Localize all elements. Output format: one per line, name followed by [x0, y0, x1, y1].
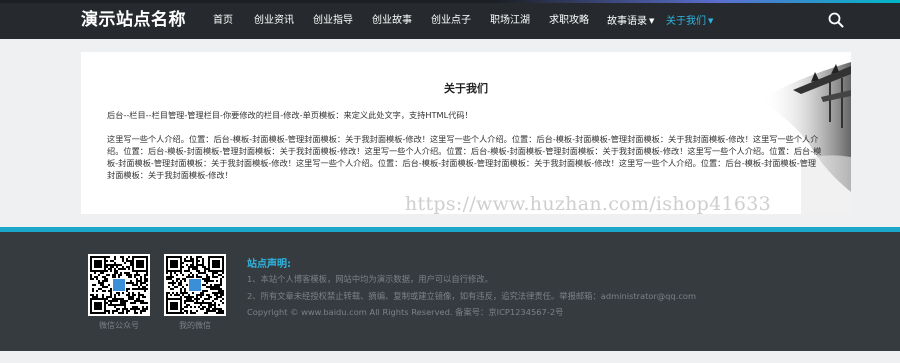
declaration-line: 1、本站个人博客模板，网站中均为演示数据，用户可以自行修改。	[247, 274, 493, 284]
nav-item-startup-stories[interactable]: 创业故事	[372, 13, 412, 29]
qr-label-wechat-official: 微信公众号	[99, 321, 139, 330]
qr-label-my-wechat: 我的微信	[179, 321, 211, 330]
copyright-line: Copyright © www.baidu.com All Rights Res…	[247, 307, 564, 317]
watermark-text: https://www.huzhan.com/ishop41633	[405, 193, 772, 215]
nav-item-about[interactable]: 关于我们 ▼	[666, 13, 713, 29]
chevron-down-icon: ▼	[708, 17, 714, 25]
site-logo[interactable]: 演示站点名称	[81, 8, 186, 32]
page-bottom-strip	[0, 351, 900, 363]
nav-item-job-tips[interactable]: 求职攻略	[549, 13, 589, 29]
declaration-line: 2、所有文章未经授权禁止转载、摘编、复制或建立镜像，如有违反，追究法律责任。举报…	[247, 291, 697, 301]
declaration-title: 站点声明:	[247, 259, 291, 270]
nav-item-startup-guide[interactable]: 创业指导	[313, 13, 353, 29]
nav-item-quotes[interactable]: 故事语录 ▼	[607, 13, 654, 29]
nav-item-workplace[interactable]: 职场江湖	[490, 13, 530, 29]
page-title: 关于我们	[444, 82, 488, 95]
site-footer: 微信公众号 我的微信 站点声明: 1、本站个人博客模板，网站中均为演示数据，用户…	[0, 232, 900, 351]
nav-item-startup-news[interactable]: 创业资讯	[254, 13, 294, 29]
search-icon[interactable]	[828, 12, 844, 28]
nav-item-startup-ideas[interactable]: 创业点子	[431, 13, 471, 29]
page-body: 后台--栏目--栏目管理-管理栏目-你要修改的栏目-修改-单页模板：来定义此处文…	[107, 109, 823, 193]
qr-code-wechat-official	[88, 254, 150, 316]
chevron-down-icon: ▼	[649, 17, 655, 25]
site-header: 演示站点名称 首页 创业资讯 创业指导 创业故事 创业点子 职场江湖 求职攻略 …	[0, 3, 900, 39]
qr-code-my-wechat	[164, 254, 226, 316]
nav-item-home[interactable]: 首页	[213, 13, 233, 29]
content-card: 关于我们 后台--栏目--栏目管理-管理栏目-你要修改的栏目-修改-单页模板：来…	[81, 52, 851, 214]
intro-paragraph: 后台--栏目--栏目管理-管理栏目-你要修改的栏目-修改-单页模板：来定义此处文…	[107, 110, 473, 120]
about-paragraph: 这里写一些个人介绍。位置：后台-模板-封面模板-管理封面模板：关于我封面模板-修…	[107, 134, 822, 180]
